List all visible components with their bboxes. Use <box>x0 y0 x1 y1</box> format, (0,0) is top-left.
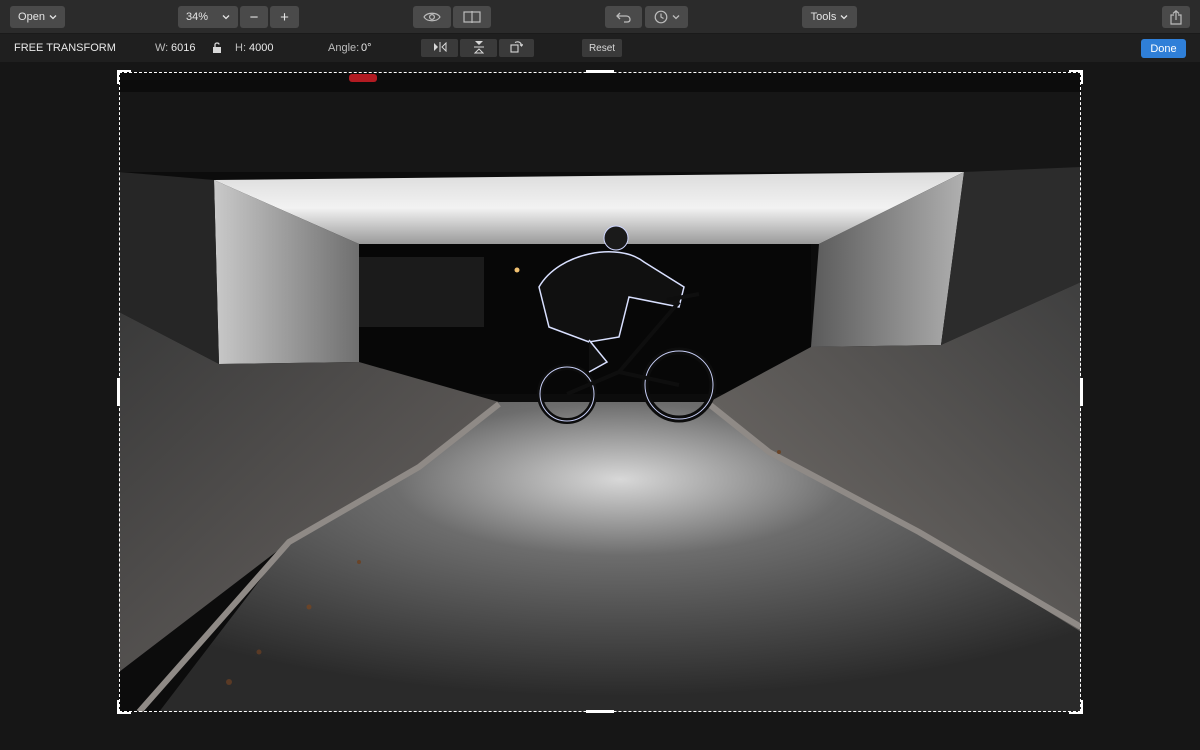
crop-handle-right[interactable] <box>1080 378 1083 406</box>
compare-button[interactable] <box>453 6 491 28</box>
preview-button[interactable] <box>413 6 451 28</box>
share-icon <box>1170 9 1182 25</box>
zoom-value: 34% <box>186 11 209 23</box>
share-button[interactable] <box>1162 6 1190 28</box>
crop-handle-top-right[interactable] <box>1069 70 1083 84</box>
done-label: Done <box>1150 42 1177 55</box>
flip-vertical-icon <box>473 40 484 57</box>
crop-handle-bottom[interactable] <box>586 710 614 713</box>
transform-bar: FREE TRANSFORM W: 6016 H: 4000 Angle: 0°… <box>0 34 1200 62</box>
open-label: Open <box>18 11 45 23</box>
height-label: H: <box>235 42 246 54</box>
crop-handle-bottom-right[interactable] <box>1069 700 1083 714</box>
rotate-icon <box>510 40 524 56</box>
chevron-down-icon <box>222 14 230 20</box>
top-toolbar: Open 34% − + Tools <box>0 0 1200 34</box>
rotate-button[interactable] <box>499 39 534 57</box>
mode-title: FREE TRANSFORM <box>14 42 116 54</box>
zoom-out-label: − <box>249 8 259 26</box>
flip-horizontal-button[interactable] <box>421 39 458 57</box>
crop-handle-top-left[interactable] <box>117 70 131 84</box>
history-clock-icon <box>654 10 668 24</box>
crop-handle-bottom-left[interactable] <box>117 700 131 714</box>
tools-label: Tools <box>810 11 837 23</box>
bmx-tunnel-photo <box>119 72 1081 712</box>
tools-button[interactable]: Tools <box>802 6 857 28</box>
width-value[interactable]: 6016 <box>171 42 195 54</box>
chevron-down-icon <box>49 14 57 20</box>
zoom-in-label: + <box>280 8 289 26</box>
angle-label: Angle: <box>328 42 360 54</box>
zoom-in-button[interactable]: + <box>270 6 299 28</box>
zoom-select[interactable]: 34% <box>178 6 238 28</box>
history-button[interactable] <box>645 6 688 28</box>
width-label: W: <box>155 42 169 54</box>
chevron-down-icon <box>672 14 680 20</box>
height-value[interactable]: 4000 <box>249 42 273 54</box>
crop-handle-left[interactable] <box>117 378 120 406</box>
undo-button[interactable] <box>605 6 642 28</box>
compare-icon <box>463 11 481 23</box>
photo-image[interactable] <box>119 72 1081 712</box>
undo-icon <box>615 11 632 23</box>
reset-label: Reset <box>588 42 616 54</box>
flip-vertical-button[interactable] <box>460 39 497 57</box>
chevron-down-icon <box>840 14 848 20</box>
eye-icon <box>423 11 441 23</box>
reset-button[interactable]: Reset <box>582 39 622 57</box>
open-button[interactable]: Open <box>10 6 65 28</box>
zoom-out-button[interactable]: − <box>240 6 268 28</box>
flip-horizontal-icon <box>433 41 447 55</box>
crop-handle-top[interactable] <box>586 70 614 73</box>
angle-value[interactable]: 0° <box>361 42 372 54</box>
lock-icon[interactable] <box>212 41 222 57</box>
done-button[interactable]: Done <box>1141 39 1186 58</box>
